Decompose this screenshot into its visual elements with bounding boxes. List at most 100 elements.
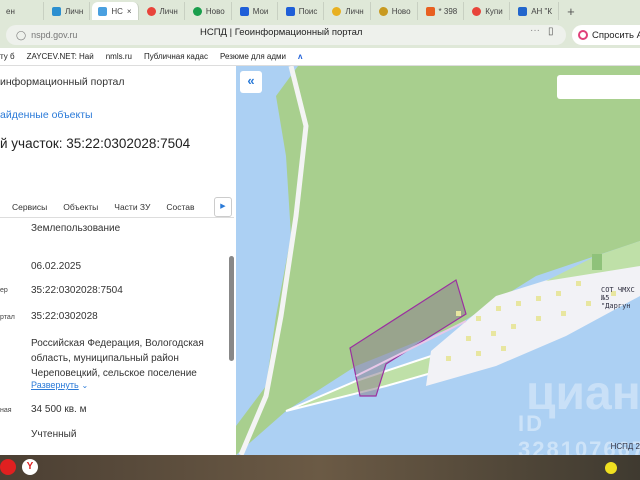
parcel-heading: й участок: 35:22:0302028:7504 [0,136,191,151]
bookmark-item[interactable]: ту б [0,52,15,61]
browser-tab[interactable]: Поис [280,2,325,20]
building-mark [516,301,521,306]
app-icon[interactable] [0,459,16,475]
building-mark [476,316,481,321]
tab-label: Ново [391,6,411,16]
area-value: 34 500 кв. м [31,404,87,415]
page-title: НСПД | Геоинформационный портал [200,27,363,38]
tab-label: * 398 [438,6,458,16]
map-search-box[interactable] [557,75,640,99]
bookmark-item[interactable]: nmls.ru [106,52,132,61]
garden-plot [592,254,602,270]
favicon-icon [378,6,388,16]
tab-label: Ново [205,6,225,16]
favicon-icon [239,6,249,16]
building-mark [536,296,541,301]
bookmark-item[interactable]: Резюме для адми [220,52,286,61]
more-icon[interactable]: ··· [530,25,540,36]
favicon-icon [332,6,342,16]
collapse-panel-button[interactable]: « [240,71,262,93]
tab-label: Личн [159,6,178,16]
building-mark [466,336,471,341]
yandex-browser-icon[interactable]: Y [22,459,38,475]
browser-tab[interactable]: Ново [187,2,232,20]
browser-tab[interactable]: * 398 [420,2,465,20]
date-value: 06.02.2025 [31,261,82,272]
tab-label: АН "К [531,6,553,16]
tab-label: Мои [252,6,269,16]
alice-icon [578,30,588,40]
status-value: Учтенный [31,429,77,440]
favicon-icon [472,6,482,16]
building-mark [501,346,506,351]
tab-label: Личн [345,6,364,16]
cadastral-number-label: ер [0,287,8,294]
building-mark [456,311,461,316]
building-mark [586,301,591,306]
tabs-next-button[interactable]: ▶ [214,197,232,217]
address-value: Российская Федерация, Вологодская област… [31,338,204,379]
close-tab-icon[interactable]: × [127,7,132,16]
building-mark [576,281,581,286]
favicon-icon [518,6,528,16]
favicon-icon [52,6,61,16]
bookmark-item[interactable]: ZAYCEV.NET: Наӣ [27,52,94,61]
cadastral-number-value: 35:22:0302028:7504 [31,285,123,296]
new-tab-button[interactable]: + [561,4,581,19]
permitted-use-value: Землепользование [31,223,121,234]
panel-tabs: Сервисы Объекты Части ЗУ Состав ▶ [0,196,234,218]
building-mark [446,356,451,361]
browser-tab[interactable]: ен [0,2,44,20]
bookmarks-bar: ту б ZAYCEV.NET: Наӣ nmls.ru Публичная к… [0,48,640,66]
favicon-icon [98,6,108,16]
browser-tab[interactable]: Личн [46,2,91,20]
building-mark [491,331,496,336]
settlement-label: СОТ ЧМХС №5 "Даргун [601,286,635,310]
browser-tab[interactable]: Личн [141,2,185,20]
tab-label: НС [111,6,123,16]
favicon-icon [285,6,295,16]
tab-services[interactable]: Сервисы [12,202,47,212]
browser-tab[interactable]: Ново [373,2,418,20]
building-mark [536,316,541,321]
map-attribution: НСПД 2 [610,442,640,451]
found-objects-link[interactable]: айденные объекты [0,109,93,121]
bookmark-item[interactable]: Публичная кадас [144,52,208,61]
url-text: nspd.gov.ru [31,30,78,40]
tray-icon[interactable] [605,462,617,474]
browser-tab[interactable]: АН "К [512,2,560,20]
building-mark [511,324,516,329]
quarter-value: 35:22:0302028 [31,311,98,322]
tab-composition[interactable]: Состав [166,202,194,212]
tab-objects[interactable]: Объекты [63,202,98,212]
portal-title: информационный портал [0,76,125,88]
building-mark [561,311,566,316]
expand-link[interactable]: Развернуть [31,380,79,390]
browser-tab[interactable]: Купи [466,2,511,20]
tab-label: Поис [298,6,318,16]
bookmark-icon[interactable]: ▯ [548,26,554,37]
quarter-label: ртал [0,314,15,321]
tab-parts[interactable]: Части ЗУ [114,202,150,212]
ask-assistant-button[interactable]: Спросить А [572,25,640,45]
area-label: ная [0,407,12,414]
tab-label: ен [6,6,15,16]
chevron-down-icon[interactable]: ⌄ [82,381,89,390]
tab-label: Личн [65,6,84,16]
info-panel: информационный портал айденные объекты й… [0,66,236,455]
taskbar: Y [0,455,640,480]
bookmark-icon[interactable]: ʌ [298,52,302,61]
favicon-icon [425,6,435,16]
favicon-icon [146,6,156,16]
tab-bar: ен Личн НС × Личн Ново Мои Поис Личн Ново… [0,0,640,22]
browser-tab[interactable]: Мои [234,2,278,20]
map-view[interactable]: « СОТ ЧМХС №5 "Даргун циан ID 328107667 Н… [236,66,640,455]
shield-icon: ◯ [16,29,27,40]
ask-label: Спросить А [592,29,640,41]
scrollbar[interactable] [229,256,234,361]
browser-tab-active[interactable]: НС × [92,2,139,20]
browser-tab[interactable]: Личн [326,2,371,20]
building-mark [556,291,561,296]
building-mark [496,306,501,311]
favicon-icon [192,6,202,16]
